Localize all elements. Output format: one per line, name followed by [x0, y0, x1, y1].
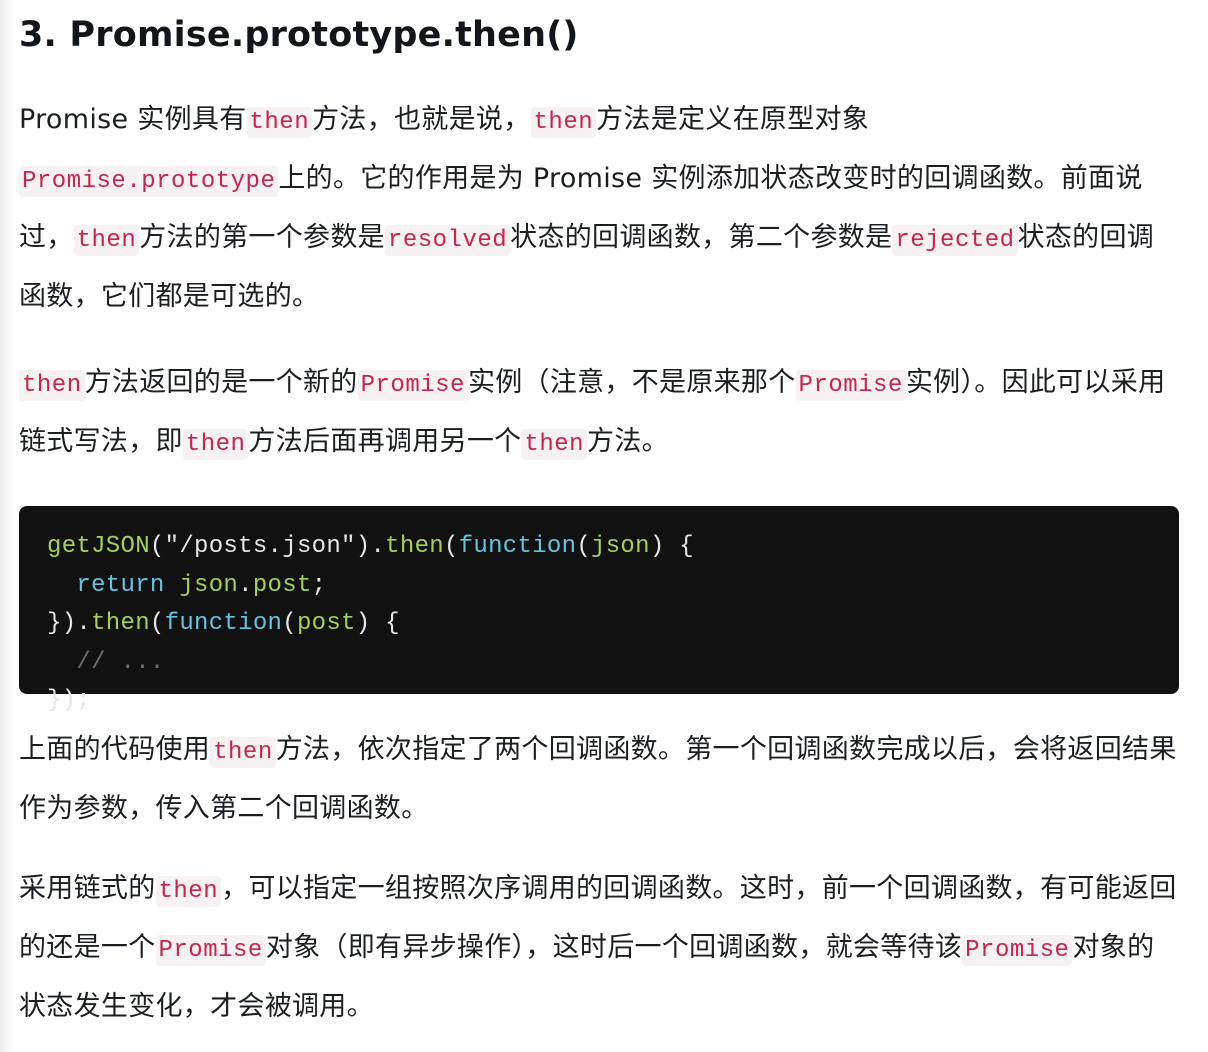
inline-code: then [182, 429, 249, 460]
text: 方法的第一个参数是 [139, 222, 385, 253]
code-line: return json.post; [47, 567, 1151, 606]
code-token: ) [649, 533, 665, 560]
code-token: ( [443, 533, 459, 560]
inline-code: then [246, 107, 313, 138]
code-token: ( [149, 533, 165, 560]
code-token: ; [311, 571, 327, 599]
inline-code: Promise [962, 935, 1073, 966]
code-token: then [385, 533, 444, 560]
code-token: json [591, 533, 650, 560]
code-token: "/posts.json" [164, 533, 356, 560]
text: Promise 实例具有 [19, 104, 247, 135]
inline-code: then [521, 429, 588, 460]
code-token: . [76, 610, 92, 637]
code-token: then [91, 610, 150, 637]
code-line: }).then(function(post) { [47, 605, 1151, 644]
code-token: // ... [76, 648, 165, 676]
text: 对象（即有异步操作），这时后一个回调函数，就会等待该 [265, 932, 963, 963]
inline-code: then [73, 225, 140, 256]
code-token: getJSON [47, 533, 150, 560]
inline-code: Promise [357, 370, 468, 401]
paragraph-chained-then: 采用链式的 then ，可以指定一组按照次序调用的回调函数。这时，前一个回调函数，有… [19, 861, 1179, 1035]
inline-code: Promise [795, 370, 906, 401]
inline-code: resolved [384, 225, 511, 256]
code-line: // ... [47, 644, 1151, 683]
code-line: getJSON("/posts.json").then(function(jso… [47, 528, 1151, 567]
inline-code: Promise [155, 935, 266, 966]
inline-code: Promise.prototype [19, 166, 279, 197]
inline-code: then [19, 370, 85, 401]
code-token: { [664, 533, 694, 560]
inline-code: then [530, 107, 597, 138]
section-heading: 3. Promise.prototype.then() [19, 15, 579, 55]
text: 上面的代码使用 [19, 734, 211, 765]
paragraph-then-definition: Promise 实例具有 then 方法，也就是说， then 方法是定义在原型对象 Pr… [19, 92, 1179, 325]
left-edge-shadow [0, 0, 14, 1052]
code-content: getJSON("/posts.json").then(function(jso… [47, 528, 1151, 721]
text: 状态的回调函数，第二个参数是 [510, 222, 893, 253]
text: 方法，也就是说， [312, 104, 531, 135]
code-token: function [164, 610, 283, 637]
code-line: }); [47, 682, 1151, 721]
code-token: ( [149, 610, 165, 637]
inline-code: then [210, 737, 276, 768]
code-token: }); [47, 687, 92, 714]
code-block: getJSON("/posts.json").then(function(jso… [19, 506, 1179, 714]
article-section: 3. Promise.prototype.then() Promise 实例具有… [19, 0, 1179, 1035]
code-token: function [458, 533, 577, 560]
text: 方法是定义在原型对象 [596, 104, 870, 135]
text: 实例（注意，不是原来那个 [467, 367, 796, 398]
code-token: post [296, 610, 356, 637]
code-token: return [76, 571, 165, 599]
paragraph-then-returns-promise: then 方法返回的是一个新的 Promise 实例（注意，不是原来那个 Promise… [19, 355, 1179, 473]
code-token: ) [355, 610, 371, 637]
code-token: }) [47, 610, 77, 637]
inline-code: then [155, 876, 222, 907]
code-token: { [370, 610, 400, 637]
text: 方法返回的是一个新的 [84, 367, 358, 398]
inline-code: rejected [892, 225, 1018, 256]
code-token: json [179, 571, 239, 599]
code-token: ( [282, 610, 297, 637]
code-token: ( [576, 533, 592, 560]
paragraph-code-explanation: 上面的代码使用 then 方法，依次指定了两个回调函数。第一个回调函数完成以后，会将… [19, 722, 1179, 837]
text: 方法后面再调用另一个 [248, 426, 522, 457]
code-token: . [370, 533, 386, 560]
code-token: . [238, 571, 253, 599]
text: 方法。 [587, 426, 669, 457]
code-token: ) [355, 533, 371, 560]
text: 采用链式的 [19, 873, 156, 904]
code-token: post [252, 571, 312, 599]
